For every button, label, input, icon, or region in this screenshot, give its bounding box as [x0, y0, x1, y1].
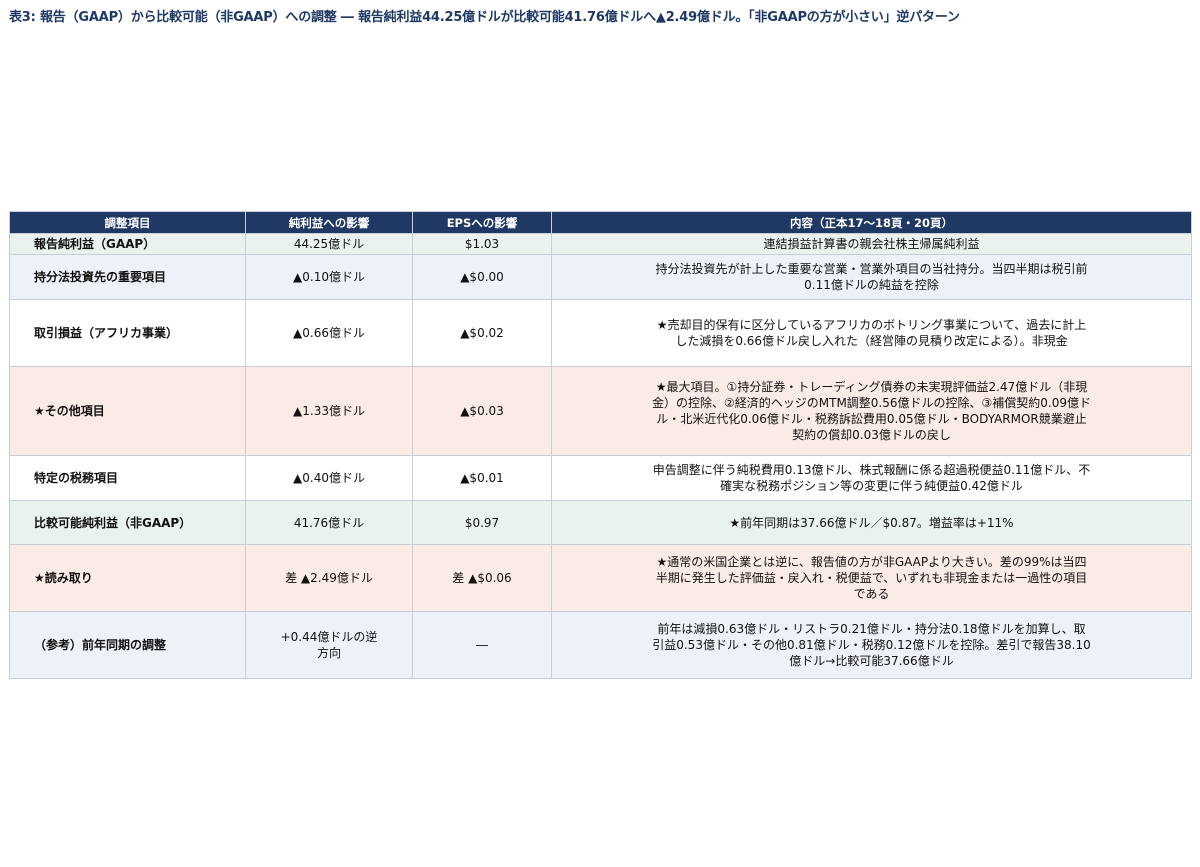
row-eps: 差 ▲$0.06	[412, 544, 552, 612]
page-title: 表3: 報告（GAAP）から比較可能（非GAAP）への調整 ― 報告純利益44.…	[9, 10, 960, 25]
row-description: 申告調整に伴う純税費用0.13億ドル、株式報酬に係る超過税便益0.11億ドル、不…	[551, 455, 1192, 501]
row-eps: ▲$0.02	[412, 299, 552, 367]
table-row: 持分法投資先の重要項目 ▲0.10億ドル ▲$0.00 持分法投資先が計上した重…	[9, 254, 1192, 300]
row-item: 取引損益（アフリカ事業）	[9, 299, 246, 367]
table-row: 特定の税務項目 ▲0.40億ドル ▲$0.01 申告調整に伴う純税費用0.13億…	[9, 455, 1192, 501]
header-eps-impact: EPSへの影響	[412, 211, 552, 234]
row-item: 報告純利益（GAAP）	[9, 233, 246, 255]
row-net-income: ▲1.33億ドル	[245, 366, 413, 456]
row-item: 特定の税務項目	[9, 455, 246, 501]
row-item: ★読み取り	[9, 544, 246, 612]
row-item: 持分法投資先の重要項目	[9, 254, 246, 300]
table-row: （参考）前年同期の調整 +0.44億ドルの逆方向 ― 前年は減損0.63億ドル・…	[9, 611, 1192, 679]
row-description: ★前年同期は37.66億ドル／$0.87。増益率は+11%	[551, 500, 1192, 545]
header-description: 内容（正本17～18頁・20頁）	[551, 211, 1192, 234]
row-net-income: 44.25億ドル	[245, 233, 413, 255]
row-net-income: +0.44億ドルの逆方向	[245, 611, 413, 679]
table-row: ★その他項目 ▲1.33億ドル ▲$0.03 ★最大項目。①持分証券・トレーディ…	[9, 366, 1192, 456]
row-eps: ▲$0.00	[412, 254, 552, 300]
row-net-income: 41.76億ドル	[245, 500, 413, 545]
row-net-income: ▲0.40億ドル	[245, 455, 413, 501]
row-net-income: ▲0.10億ドル	[245, 254, 413, 300]
table-row: 取引損益（アフリカ事業） ▲0.66億ドル ▲$0.02 ★売却目的保有に区分し…	[9, 299, 1192, 367]
row-net-income: 差 ▲2.49億ドル	[245, 544, 413, 612]
row-eps: $1.03	[412, 233, 552, 255]
row-eps: ▲$0.03	[412, 366, 552, 456]
table-row: ★読み取り 差 ▲2.49億ドル 差 ▲$0.06 ★通常の米国企業とは逆に、報…	[9, 544, 1192, 612]
row-item: ★その他項目	[9, 366, 246, 456]
row-description: 連結損益計算書の親会社株主帰属純利益	[551, 233, 1192, 255]
row-eps: ▲$0.01	[412, 455, 552, 501]
row-description: 前年は減損0.63億ドル・リストラ0.21億ドル・持分法0.18億ドルを加算し、…	[551, 611, 1192, 679]
row-eps: ―	[412, 611, 552, 679]
table-row: 比較可能純利益（非GAAP） 41.76億ドル $0.97 ★前年同期は37.6…	[9, 500, 1192, 545]
header-net-income-impact: 純利益への影響	[245, 211, 413, 234]
row-eps: $0.97	[412, 500, 552, 545]
row-item: （参考）前年同期の調整	[9, 611, 246, 679]
header-adjustment-item: 調整項目	[9, 211, 246, 234]
row-description: ★最大項目。①持分証券・トレーディング債券の未実現評価益2.47億ドル（非現金）…	[551, 366, 1192, 456]
row-item: 比較可能純利益（非GAAP）	[9, 500, 246, 545]
row-description: ★通常の米国企業とは逆に、報告値の方が非GAAPより大きい。差の99%は当四半期…	[551, 544, 1192, 612]
table-header-row: 調整項目 純利益への影響 EPSへの影響 内容（正本17～18頁・20頁）	[9, 211, 1192, 234]
row-net-income: ▲0.66億ドル	[245, 299, 413, 367]
row-description: 持分法投資先が計上した重要な営業・営業外項目の当社持分。当四半期は税引前0.11…	[551, 254, 1192, 300]
table-row: 報告純利益（GAAP） 44.25億ドル $1.03 連結損益計算書の親会社株主…	[9, 233, 1192, 255]
reconciliation-table: 調整項目 純利益への影響 EPSへの影響 内容（正本17～18頁・20頁） 報告…	[9, 211, 1192, 679]
row-description: ★売却目的保有に区分しているアフリカのボトリング事業について、過去に計上した減損…	[551, 299, 1192, 367]
